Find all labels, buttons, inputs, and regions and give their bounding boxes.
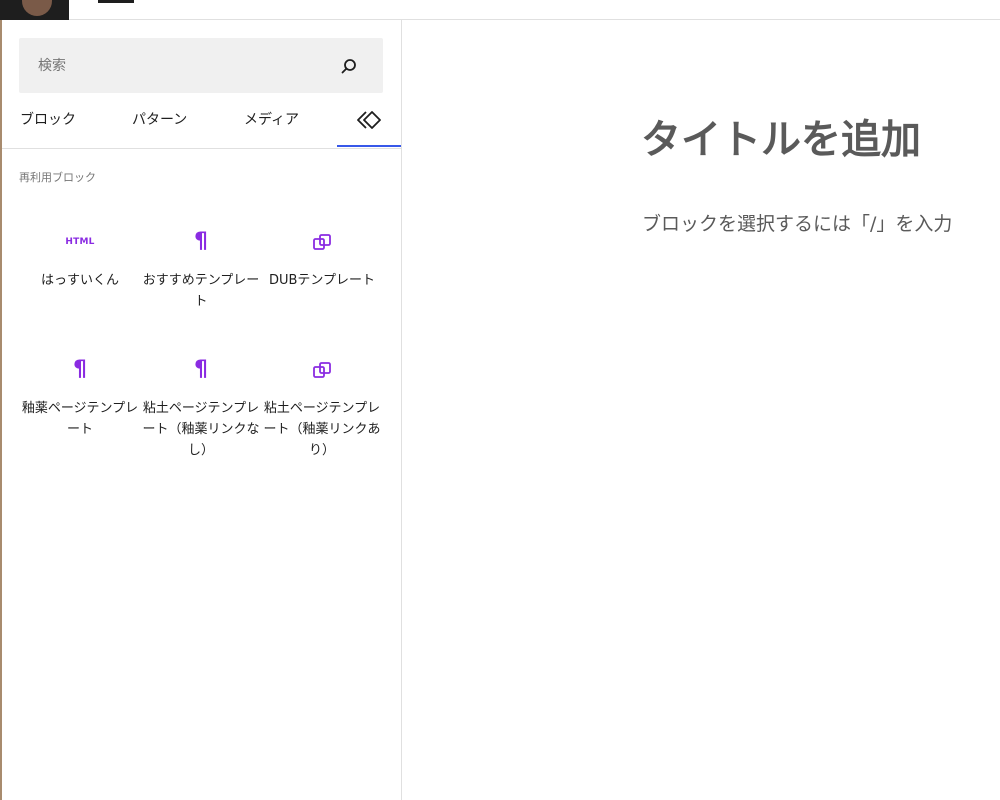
block-item-label: DUBテンプレート	[268, 273, 376, 288]
inserter-search	[19, 38, 383, 93]
editor-app: ブロック パターン メディア 再利用ブロック HTML はっすいくん	[0, 0, 1000, 800]
html-icon: HTML	[65, 237, 95, 247]
tab-patterns[interactable]: パターン	[132, 96, 187, 148]
block-item[interactable]: 粘土ページテンプレート（釉薬リンクあり）	[262, 358, 382, 486]
tab-media-label: メディア	[244, 112, 300, 128]
block-item[interactable]: ¶ 粘土ページテンプレート（釉薬リンクなし）	[141, 358, 261, 486]
tab-blocks-label: ブロック	[20, 112, 76, 128]
block-item[interactable]: DUBテンプレート	[262, 230, 382, 358]
tab-media[interactable]: メディア	[244, 96, 299, 148]
site-avatar	[22, 0, 52, 16]
tab-blocks[interactable]: ブロック	[20, 96, 76, 148]
reusable-block-icon	[357, 111, 381, 129]
toolbar-toggle-button[interactable]	[98, 0, 134, 3]
tab-patterns-label: パターン	[132, 112, 188, 128]
site-icon-button[interactable]	[0, 0, 69, 20]
group-icon	[310, 230, 334, 254]
block-item-label: 釉薬ページテンプレート	[21, 401, 139, 437]
inserter-tabs: ブロック パターン メディア	[2, 96, 401, 149]
search-input[interactable]	[19, 38, 319, 93]
block-inserter-panel: ブロック パターン メディア 再利用ブロック HTML はっすいくん	[2, 20, 402, 800]
block-item-label: はっすいくん	[40, 273, 119, 288]
block-item[interactable]: ¶ おすすめテンプレート	[141, 230, 261, 358]
category-title: 再利用ブロック	[19, 171, 96, 184]
block-appender[interactable]: ブロックを選択するには「/」を入力	[642, 209, 952, 236]
block-item[interactable]: ¶ 釉薬ページテンプレート	[20, 358, 140, 486]
paragraph-icon: ¶	[194, 229, 208, 254]
block-item[interactable]: HTML はっすいくん	[20, 230, 140, 358]
post-title-input[interactable]: タイトルを追加	[641, 107, 921, 165]
search-icon[interactable]	[339, 56, 359, 76]
block-item-label: おすすめテンプレート	[142, 273, 260, 309]
group-icon	[310, 358, 334, 382]
block-item-label: 粘土ページテンプレート（釉薬リンクなし）	[142, 401, 260, 458]
paragraph-icon: ¶	[73, 357, 87, 382]
block-item-label: 粘土ページテンプレート（釉薬リンクあり）	[263, 401, 381, 458]
tab-reusable[interactable]	[337, 96, 401, 147]
paragraph-icon: ¶	[194, 357, 208, 382]
